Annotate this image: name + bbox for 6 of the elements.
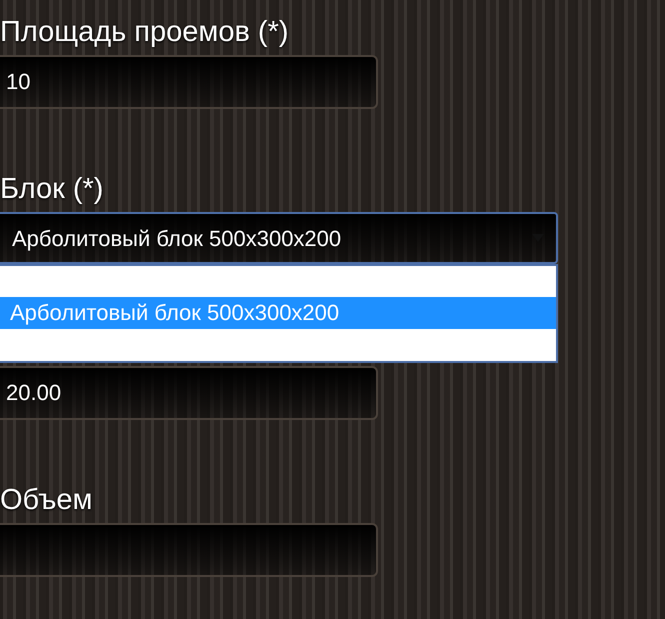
field-label: Площадь проемов (*) (0, 15, 289, 50)
input-field[interactable]: 10 (0, 55, 378, 109)
field-label: Блок (*) (0, 172, 104, 207)
field-label: Объем (0, 483, 92, 518)
input-field[interactable] (0, 523, 378, 577)
input-field[interactable]: 20.00 (0, 366, 378, 420)
